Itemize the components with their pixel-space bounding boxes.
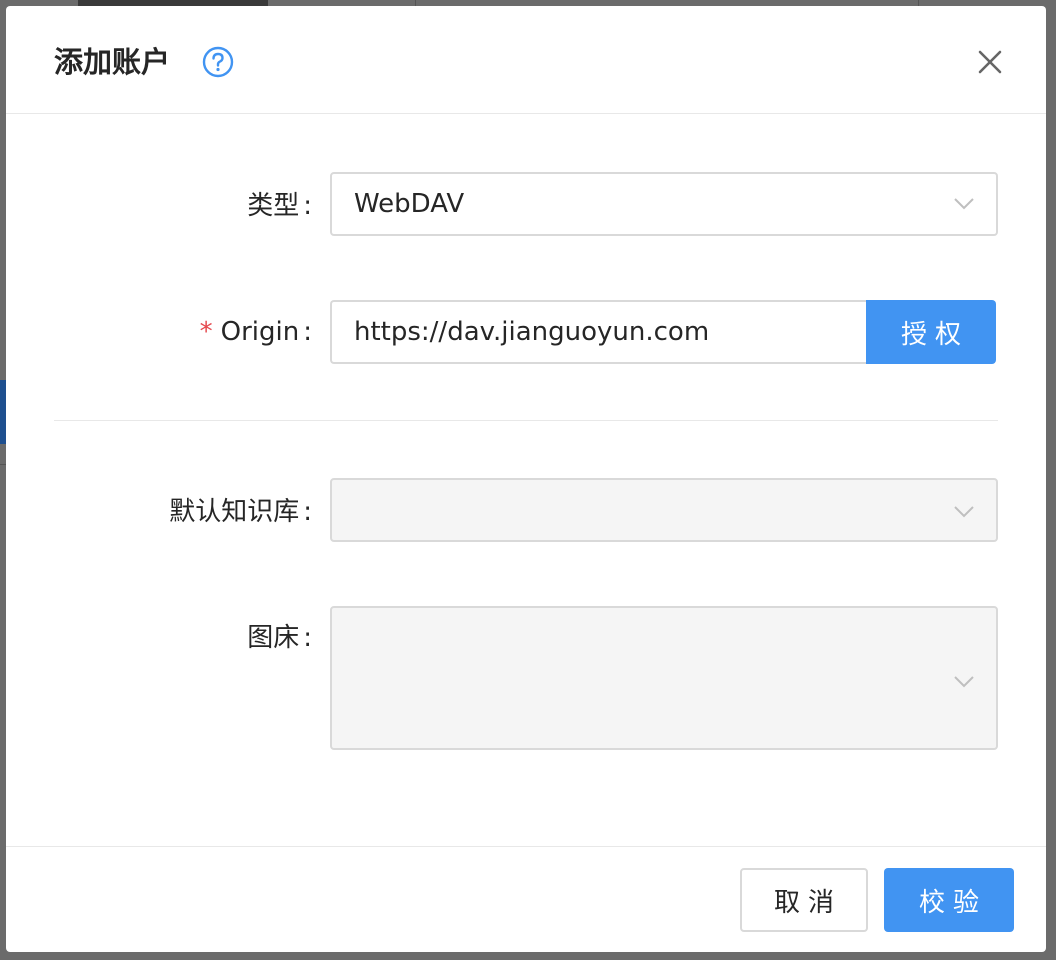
dialog-title: 添加账户 <box>54 45 171 79</box>
question-circle-icon[interactable] <box>202 46 234 78</box>
required-mark: * <box>199 317 213 347</box>
chevron-down-icon <box>954 676 974 688</box>
type-select[interactable]: WebDAV <box>330 172 998 236</box>
origin-label-text: Origin <box>220 317 300 347</box>
label-colon: : <box>303 497 312 527</box>
image-host-select[interactable] <box>330 606 998 750</box>
default-repo-select[interactable] <box>330 478 998 542</box>
authorize-button[interactable]: 授权 <box>866 300 996 364</box>
type-label-text: 类型 <box>247 191 300 221</box>
chevron-down-icon <box>954 506 974 518</box>
origin-input[interactable] <box>330 300 868 364</box>
cancel-button[interactable]: 取消 <box>740 868 868 932</box>
dialog-header: 添加账户 <box>6 6 1046 114</box>
image-host-label: 图床: <box>247 620 312 656</box>
label-colon: : <box>303 191 312 221</box>
close-icon[interactable] <box>974 46 1006 78</box>
default-repo-label-text: 默认知识库 <box>169 497 300 527</box>
chevron-down-icon <box>954 198 974 210</box>
verify-button[interactable]: 校验 <box>884 868 1014 932</box>
type-label: 类型: <box>247 188 312 224</box>
image-host-label-text: 图床 <box>247 623 300 653</box>
type-select-value: WebDAV <box>354 189 465 219</box>
default-repo-label: 默认知识库: <box>169 494 312 530</box>
label-colon: : <box>303 623 312 653</box>
origin-label: * Origin: <box>200 314 312 350</box>
label-colon: : <box>303 317 312 347</box>
add-account-dialog: 添加账户 类型: WebDAV *Origin: 授权 默认知识库: <box>6 6 1046 952</box>
form-divider <box>54 420 998 421</box>
